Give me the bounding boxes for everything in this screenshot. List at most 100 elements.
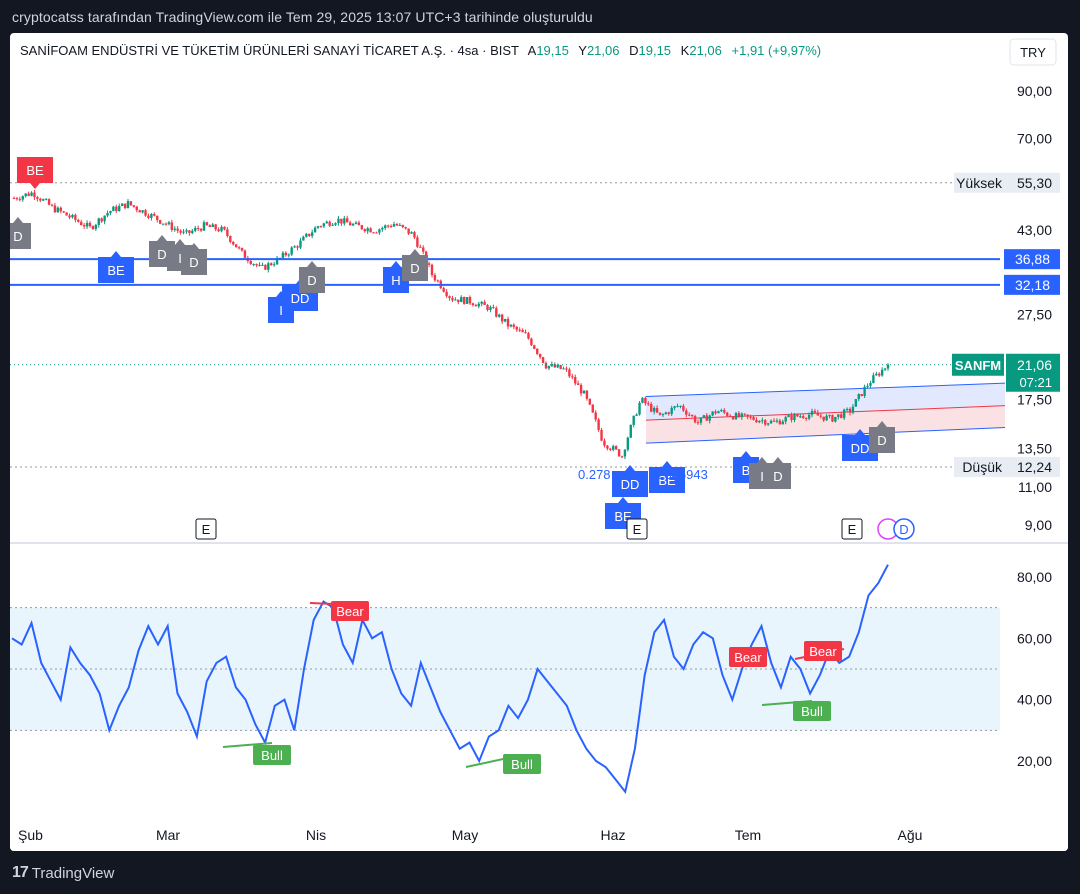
candle-body [568,369,571,377]
candle-body [728,415,732,417]
fib-text-right: 92846943 [650,467,708,482]
candle-body [185,230,188,232]
candle-body [837,414,840,417]
candle-body [556,365,559,368]
candle-body [156,215,159,220]
candle-body [132,205,136,207]
candle-body [21,196,24,200]
candle-body [252,264,255,266]
signal-label[interactable]: D [10,217,31,249]
candle-body [308,233,311,236]
candle-body [287,254,290,256]
signal-label[interactable]: DD [612,465,648,497]
candle-body [322,223,326,227]
candle-body [24,193,27,197]
divergence-label[interactable]: Bull [793,701,831,721]
candle-body [670,407,673,414]
candle-body [603,440,606,446]
candle-body [88,222,92,227]
chart-panel[interactable]: Yüksek 55,30 36,88 32,18 Düşük 12,24 SANFM 21,0… [10,33,1068,851]
candle-body [486,304,489,311]
candle-body [629,424,632,438]
candle-body [360,225,364,230]
candle-body [804,418,808,420]
signal-label[interactable]: D [765,457,791,489]
earnings-marker-text: E [202,522,211,537]
high-low-price: 12,24 [1017,459,1052,475]
candle-body [348,222,352,226]
rsi-axis-tick: 40,00 [1017,692,1052,708]
divergence-label[interactable]: Bear [729,647,767,667]
candle-body [293,246,296,248]
candle-body [784,417,787,422]
candle-body [381,228,384,230]
candle-body [574,377,577,384]
divergence-label[interactable]: Bear [804,641,842,661]
divergence-label[interactable]: Bull [253,745,291,765]
chart-svg[interactable]: Yüksek 55,30 36,88 32,18 Düşük 12,24 SANFM 21,0… [10,33,1068,851]
time-axis-tick: May [452,827,478,843]
candle-body [337,218,340,224]
candle-body [489,307,492,311]
candle-body [340,218,343,224]
signal-label[interactable]: D [402,249,428,281]
candle-body [419,246,422,248]
candle-body [158,219,162,224]
candle-body [302,236,305,241]
candle-body [234,244,238,248]
candle-body [606,445,609,449]
candle-body [690,415,694,417]
divergence-label[interactable]: Bull [503,754,541,774]
candle-body [652,407,656,412]
candle-body [480,301,483,304]
candle-body [442,288,445,292]
candle-body [655,407,659,413]
candle-body [506,318,510,327]
candle-body [769,420,773,424]
candle-body [372,232,375,234]
candle-body [775,420,779,422]
candle-body [62,211,65,213]
candle-body [59,207,62,212]
signal-label[interactable]: BE [17,157,53,189]
candle-body [56,207,60,213]
currency-label[interactable]: TRY [1020,45,1046,60]
time-axis-tick: Tem [735,827,761,843]
candle-body [255,264,258,266]
candle-body [290,247,293,255]
divergence-label[interactable]: Bear [331,601,369,621]
candle-body [398,224,402,226]
signal-label-text: H [391,273,400,288]
candle-body [208,225,212,227]
candle-body [103,215,106,222]
candle-body [796,413,799,417]
candle-body [284,252,288,256]
candle-body [682,405,685,411]
candle-body [126,201,130,209]
candle-body [270,263,273,265]
signal-label-text: I [760,469,764,484]
candle-body [357,222,361,226]
candle-body [363,229,366,232]
signal-label-text: DD [621,477,640,492]
candle-body [755,419,758,423]
candle-body [460,297,463,303]
candle-body [150,213,153,218]
signal-label[interactable]: BE [98,251,134,283]
candle-body [883,368,887,370]
candle-body [457,299,460,303]
candle-body [109,211,112,214]
candle-body [620,456,624,458]
signal-label-text: D [307,273,316,288]
signal-label-text: D [410,261,419,276]
high-low-label: Düşük [962,459,1003,475]
candle-body [547,365,551,369]
earnings-marker-text: E [633,522,642,537]
legend-high: 21,06 [587,43,620,58]
signal-label[interactable]: D [299,261,325,293]
export-caption: cryptocatss tarafından TradingView.com i… [12,9,593,25]
candle-body [135,206,138,211]
candle-body [395,224,399,226]
candle-body [509,324,513,327]
price-axis-tick: 70,00 [1017,130,1052,146]
